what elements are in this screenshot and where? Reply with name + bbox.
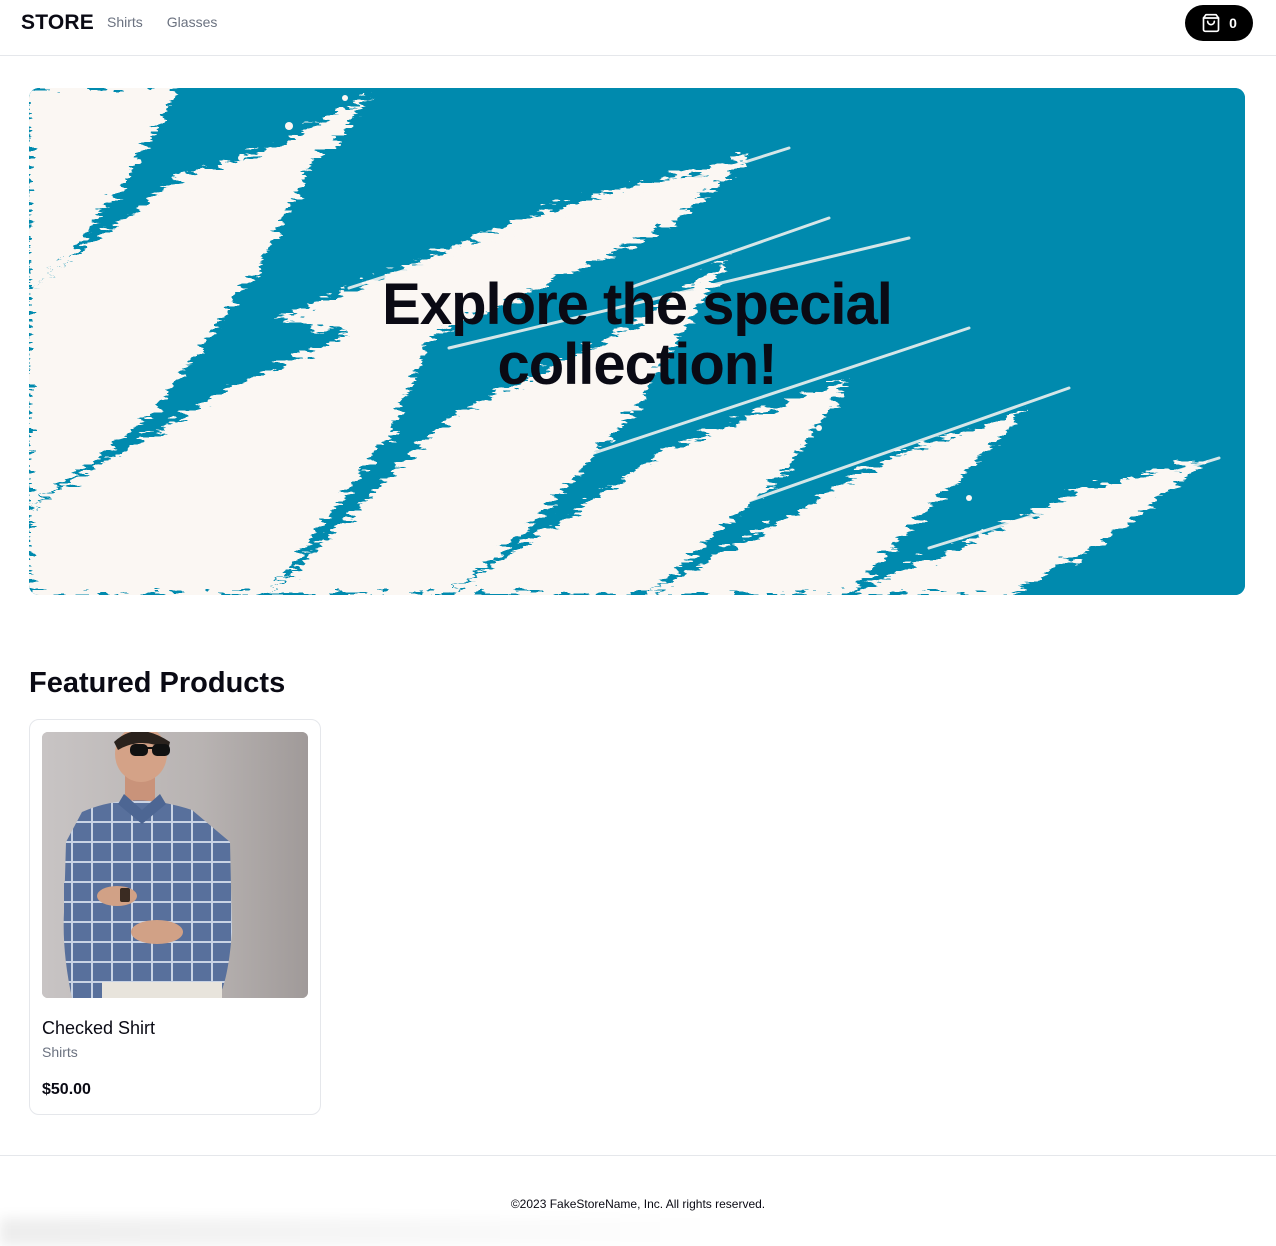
cart-button[interactable]: 0 bbox=[1185, 5, 1253, 41]
footer: ©2023 FakeStoreName, Inc. All rights res… bbox=[0, 1155, 1276, 1246]
nav-link-glasses[interactable]: Glasses bbox=[167, 14, 218, 30]
product-price: $50.00 bbox=[42, 1081, 91, 1098]
featured-products-title: Featured Products bbox=[29, 667, 286, 699]
product-photo bbox=[42, 732, 308, 998]
footer-copyright: ©2023 FakeStoreName, Inc. All rights res… bbox=[510, 1197, 766, 1211]
product-card[interactable]: Checked Shirt Shirts $50.00 bbox=[29, 719, 321, 1115]
product-category: Shirts bbox=[42, 1044, 78, 1060]
hero-title: Explore the special collection! bbox=[382, 271, 893, 397]
nav-links: Shirts Glasses bbox=[107, 14, 217, 30]
shopping-bag-icon bbox=[1201, 13, 1221, 33]
footer-shadow bbox=[0, 1218, 720, 1246]
hero-title-wrap: Explore the special collection! bbox=[29, 88, 1245, 595]
product-image[interactable] bbox=[42, 732, 308, 998]
nav-link-shirts[interactable]: Shirts bbox=[107, 14, 143, 30]
cart-count: 0 bbox=[1229, 15, 1237, 31]
product-name[interactable]: Checked Shirt bbox=[42, 1018, 155, 1039]
hero-billboard: Explore the special collection! bbox=[29, 88, 1245, 595]
store-logo[interactable]: STORE bbox=[21, 11, 94, 35]
navbar: STORE Shirts Glasses 0 bbox=[0, 0, 1276, 56]
